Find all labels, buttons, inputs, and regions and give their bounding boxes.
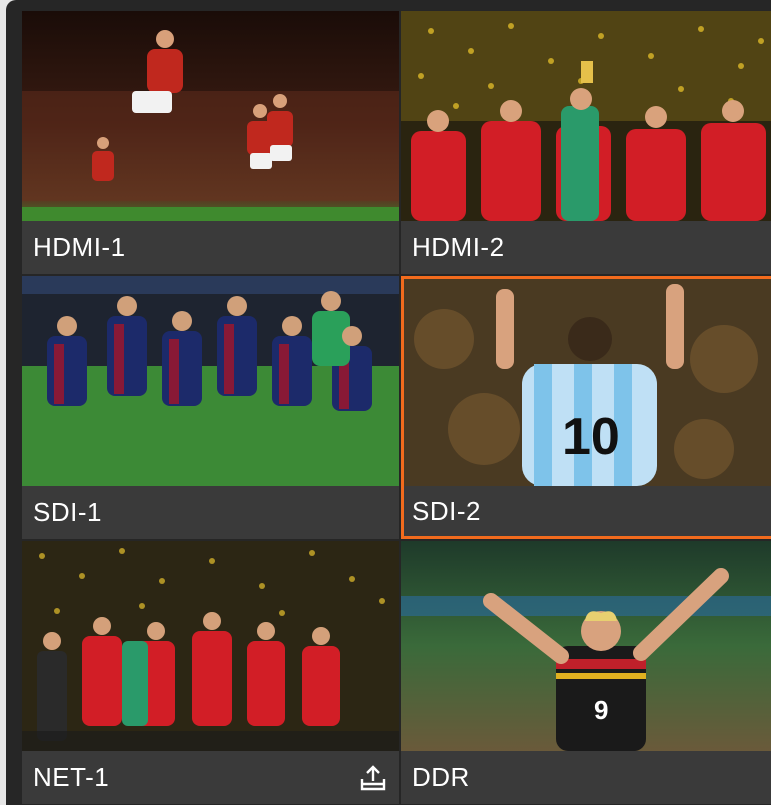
hdmi-1-preview-image: [22, 11, 399, 221]
source-panel: HDMI-1 HDMI-2 SDI-1 10 SDI-2 NET-1 9 DDR: [6, 0, 771, 805]
source-label: NET-1: [22, 751, 399, 804]
sdi-2-preview-image: 10: [404, 279, 771, 486]
source-label: DDR: [401, 751, 771, 804]
source-label: HDMI-2: [401, 221, 771, 274]
source-tile-hdmi-1[interactable]: HDMI-1: [22, 11, 399, 274]
upload-icon[interactable]: [359, 764, 387, 792]
source-label: SDI-2: [404, 486, 771, 536]
source-tile-sdi-2[interactable]: 10 SDI-2: [401, 276, 771, 539]
source-label: HDMI-1: [22, 221, 399, 274]
hdmi-2-preview-image: [401, 11, 771, 221]
source-tile-sdi-1[interactable]: SDI-1: [22, 276, 399, 539]
sdi-1-preview-image: [22, 276, 399, 486]
svg-text:9: 9: [594, 695, 608, 725]
source-tile-hdmi-2[interactable]: HDMI-2: [401, 11, 771, 274]
source-label: SDI-1: [22, 486, 399, 539]
svg-text:10: 10: [562, 408, 620, 466]
source-tile-ddr[interactable]: 9 DDR: [401, 541, 771, 804]
net-1-preview-image: [22, 541, 399, 751]
source-tile-net-1[interactable]: NET-1: [22, 541, 399, 804]
ddr-preview-image: 9: [401, 541, 771, 751]
